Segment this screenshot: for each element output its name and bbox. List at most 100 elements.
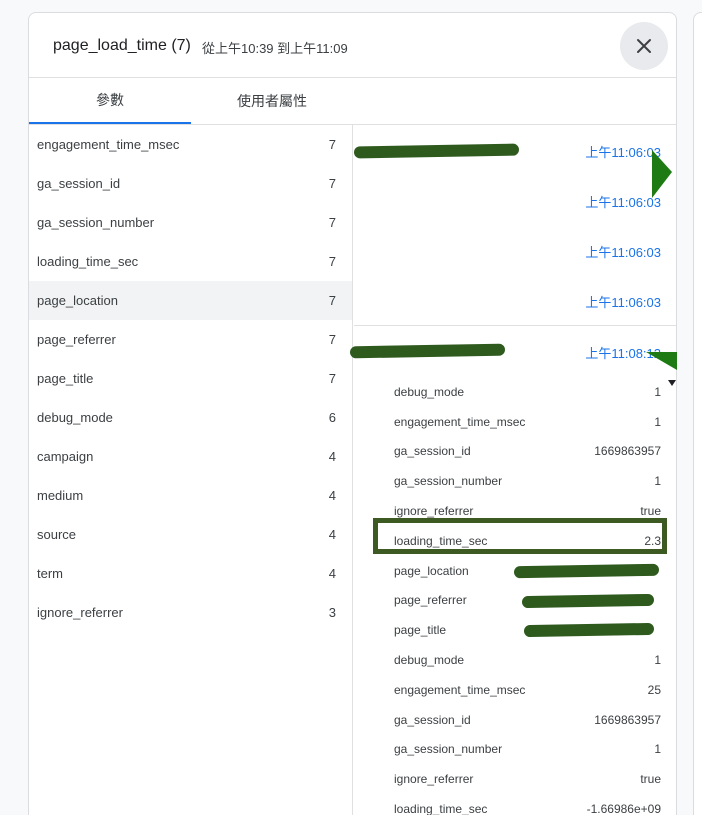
param-name: engagement_time_msec — [37, 137, 180, 152]
param-count: 6 — [328, 410, 336, 425]
panel-content: engagement_time_msec 7 ga_session_id 7 ga_… — [29, 125, 676, 815]
param-row-loading-time-sec[interactable]: loading_time_sec 7 — [29, 242, 352, 281]
event-param-key: ignore_referrer — [394, 504, 474, 519]
close-button[interactable] — [620, 22, 668, 70]
annotation-highlight-box — [373, 518, 667, 554]
param-name: page_location — [37, 293, 118, 308]
redaction-mark — [353, 143, 520, 159]
param-count: 7 — [328, 332, 336, 347]
parameter-list: engagement_time_msec 7 ga_session_id 7 ga_… — [29, 125, 353, 815]
event-param-row: loading_time_sec -1.66986e+09 — [354, 794, 676, 815]
tab-parameters[interactable]: 參數 — [29, 78, 191, 124]
event-param-key: ga_session_number — [394, 474, 503, 489]
event-param-value: 1 — [654, 653, 661, 668]
annotation-marker-icon — [646, 352, 677, 386]
param-row-debug-mode[interactable]: debug_mode 6 — [29, 398, 352, 437]
event-timestamp: 上午11:06:03 — [585, 145, 661, 160]
param-row-ga-session-number[interactable]: ga_session_number 7 — [29, 203, 352, 242]
param-row-engagement-time-msec[interactable]: engagement_time_msec 7 — [29, 125, 352, 164]
param-row-source[interactable]: source 4 — [29, 515, 352, 554]
event-row[interactable]: 上午11:06:03 — [353, 125, 676, 175]
event-param-key: debug_mode — [394, 384, 465, 399]
event-param-value: -1.66986e+09 — [586, 802, 661, 815]
tab-user-properties[interactable]: 使用者屬性 — [191, 78, 353, 124]
event-param-key: page_referrer — [394, 593, 467, 608]
time-range: 從上午10:39 到上午11:09 — [202, 41, 348, 56]
event-param-row: debug_mode 1 — [354, 377, 676, 407]
param-name: campaign — [37, 449, 94, 464]
event-param-key: ga_session_id — [394, 712, 471, 727]
adjacent-panel-edge — [693, 12, 702, 815]
event-timestamp: 上午11:06:03 — [585, 245, 661, 260]
close-icon — [637, 39, 651, 53]
param-row-term[interactable]: term 4 — [29, 554, 352, 593]
event-param-value: 1 — [654, 474, 661, 489]
panel-header: page_load_time (7) 從上午10:39 到上午11:09 — [29, 13, 676, 78]
param-count: 4 — [328, 488, 336, 503]
param-row-page-title[interactable]: page_title 7 — [29, 359, 352, 398]
event-param-value: true — [640, 504, 661, 519]
redaction-mark — [513, 563, 660, 579]
event-timestamp: 上午11:06:03 — [585, 195, 661, 210]
param-name: debug_mode — [37, 410, 113, 425]
param-name: ga_session_id — [37, 176, 121, 191]
param-name: medium — [37, 488, 84, 503]
event-param-row: engagement_time_msec 25 — [354, 675, 676, 705]
event-row[interactable]: 上午11:06:03 — [354, 275, 676, 325]
event-param-row: engagement_time_msec 1 — [354, 407, 676, 437]
event-param-key: page_title — [394, 623, 447, 638]
event-timestamp: 上午11:06:03 — [585, 295, 661, 310]
param-count: 4 — [328, 566, 336, 581]
event-row[interactable]: 上午11:06:03 — [354, 225, 676, 275]
param-name: page_title — [37, 371, 94, 386]
event-param-key: ga_session_id — [394, 444, 471, 459]
param-count: 7 — [328, 137, 336, 152]
event-param-value: 1669863957 — [594, 712, 661, 727]
param-row-page-referrer[interactable]: page_referrer 7 — [29, 320, 352, 359]
event-param-row: ga_session_id 1669863957 — [354, 705, 676, 735]
redaction-mark — [523, 623, 655, 638]
annotation-marker-icon — [652, 150, 672, 198]
redaction-mark — [349, 343, 506, 359]
param-name: ga_session_number — [37, 215, 155, 230]
event-param-row: ga_session_number 1 — [354, 466, 676, 496]
event-param-key: ga_session_number — [394, 742, 503, 757]
param-count: 4 — [328, 449, 336, 464]
event-param-value: 1669863957 — [594, 444, 661, 459]
event-param-row: debug_mode 1 — [354, 645, 676, 675]
redaction-mark — [521, 593, 655, 608]
event-row[interactable]: 上午11:06:03 — [354, 175, 676, 225]
param-name: loading_time_sec — [37, 254, 139, 269]
param-name: ignore_referrer — [37, 605, 123, 620]
event-param-key: engagement_time_msec — [394, 414, 526, 429]
param-count: 7 — [328, 371, 336, 386]
param-count: 7 — [328, 176, 336, 191]
event-param-row: ignore_referrer true — [354, 764, 676, 794]
param-row-ga-session-id[interactable]: ga_session_id 7 — [29, 164, 352, 203]
param-count: 3 — [328, 605, 336, 620]
event-param-key: page_location — [394, 563, 469, 578]
event-param-key: debug_mode — [394, 653, 465, 668]
event-param-value: 1 — [654, 742, 661, 757]
event-param-row: page_title — [354, 615, 676, 645]
event-row-expanded[interactable]: 上午11:08:12 — [349, 325, 676, 375]
event-param-value: true — [640, 772, 661, 787]
event-param-key: loading_time_sec — [394, 802, 488, 815]
event-detail-panel: page_load_time (7) 從上午10:39 到上午11:09 參數 … — [28, 12, 677, 815]
event-param-row: page_location — [354, 556, 676, 586]
event-title: page_load_time (7) — [53, 37, 191, 54]
param-row-campaign[interactable]: campaign 4 — [29, 437, 352, 476]
event-param-key: engagement_time_msec — [394, 682, 526, 697]
event-param-row: ga_session_id 1669863957 — [354, 437, 676, 467]
param-row-page-location[interactable]: page_location 7 — [29, 281, 352, 320]
param-count: 7 — [328, 254, 336, 269]
param-name: source — [37, 527, 77, 542]
tab-bar: 參數 使用者屬性 — [29, 78, 676, 125]
param-row-medium[interactable]: medium 4 — [29, 476, 352, 515]
param-row-ignore-referrer[interactable]: ignore_referrer 3 — [29, 593, 352, 632]
event-param-row: page_referrer — [354, 586, 676, 616]
param-count: 4 — [328, 527, 336, 542]
param-count: 7 — [328, 215, 336, 230]
event-param-value: 1 — [654, 414, 661, 429]
event-param-value: 25 — [647, 682, 661, 697]
